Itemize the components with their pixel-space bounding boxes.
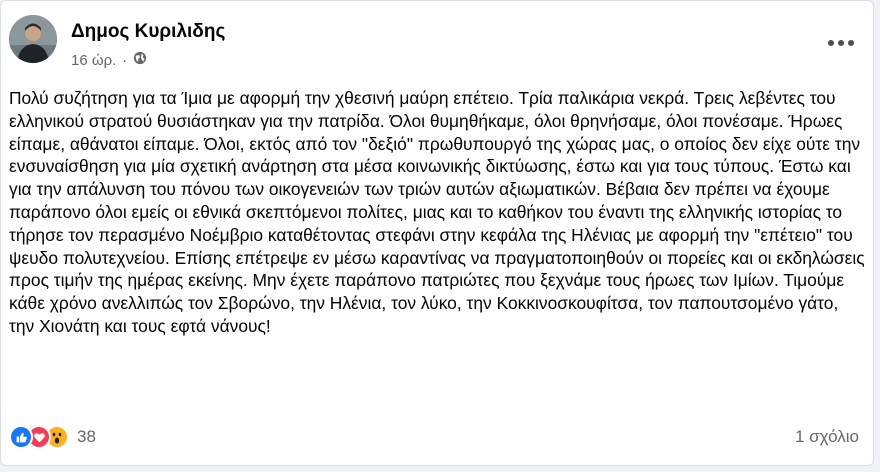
reactions-summary[interactable]: 38	[9, 425, 96, 449]
globe-icon[interactable]	[133, 51, 147, 69]
post-text: Πολύ συζήτηση για τα Ίμια με αφορμή την …	[9, 88, 865, 336]
like-icon	[9, 425, 33, 449]
post-time[interactable]: 16 ώρ.	[71, 52, 116, 69]
reaction-count[interactable]: 38	[77, 427, 96, 447]
post-header: Δημος Κυριλιδης 16 ώρ. ·	[9, 13, 859, 77]
post-card: Δημος Κυριλιδης 16 ώρ. · Πολύ συζήτηση γ…	[0, 0, 874, 466]
post-footer: 38 1 σχόλιο	[9, 425, 859, 453]
post-meta: 16 ώρ. ·	[71, 51, 147, 69]
author-name[interactable]: Δημος Κυριλιδης	[71, 21, 225, 43]
profile-photo	[9, 15, 57, 63]
more-options-icon[interactable]	[823, 31, 859, 55]
comment-count[interactable]: 1 σχόλιο	[795, 427, 859, 447]
meta-separator: ·	[122, 51, 128, 69]
avatar[interactable]	[9, 15, 57, 63]
